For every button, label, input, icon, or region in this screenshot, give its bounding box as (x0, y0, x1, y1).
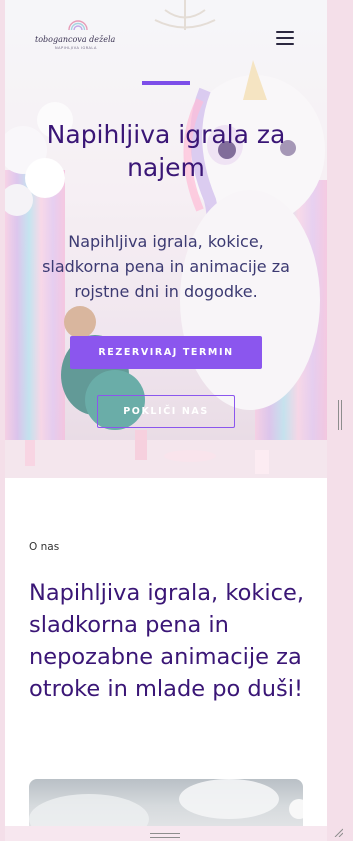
hamburger-line (276, 43, 294, 45)
logo-text: tobogancova dežela (35, 35, 116, 44)
hamburger-menu-icon[interactable] (276, 31, 294, 45)
hero-title: Napihljiva igrala za najem (46, 120, 286, 182)
vertical-resize-handle[interactable] (338, 400, 342, 430)
call-us-button[interactable]: POKLIČI NAS (97, 395, 235, 428)
accent-bar (142, 81, 190, 85)
hero-subtitle: Napihljiva igrala, kokice, sladkorna pen… (42, 232, 290, 301)
about-title: Napihljiva igrala, kokice, sladkorna pen… (29, 580, 304, 702)
page: tobogancova dežela NAPIHLJIVA IGRALA Nap… (5, 0, 327, 826)
logo-subtitle: NAPIHLJIVA IGRALA (55, 46, 97, 50)
grip-line (338, 400, 339, 430)
about-label: O nas (29, 541, 60, 553)
hamburger-line (276, 31, 294, 33)
hero-section: tobogancova dežela NAPIHLJIVA IGRALA Nap… (5, 0, 327, 478)
grip-line (150, 833, 180, 834)
about-image (29, 779, 303, 826)
site-logo[interactable]: tobogancova dežela NAPIHLJIVA IGRALA (33, 20, 123, 50)
grip-line (341, 400, 342, 430)
hamburger-line (276, 37, 294, 39)
about-image-graphic (29, 779, 303, 826)
horizontal-resize-handle[interactable] (150, 832, 180, 840)
grip-line (150, 837, 180, 838)
rainbow-logo-icon (68, 20, 88, 31)
book-appointment-button[interactable]: REZERVIRAJ TERMIN (70, 336, 262, 369)
corner-resize-grip-icon[interactable] (333, 827, 343, 837)
